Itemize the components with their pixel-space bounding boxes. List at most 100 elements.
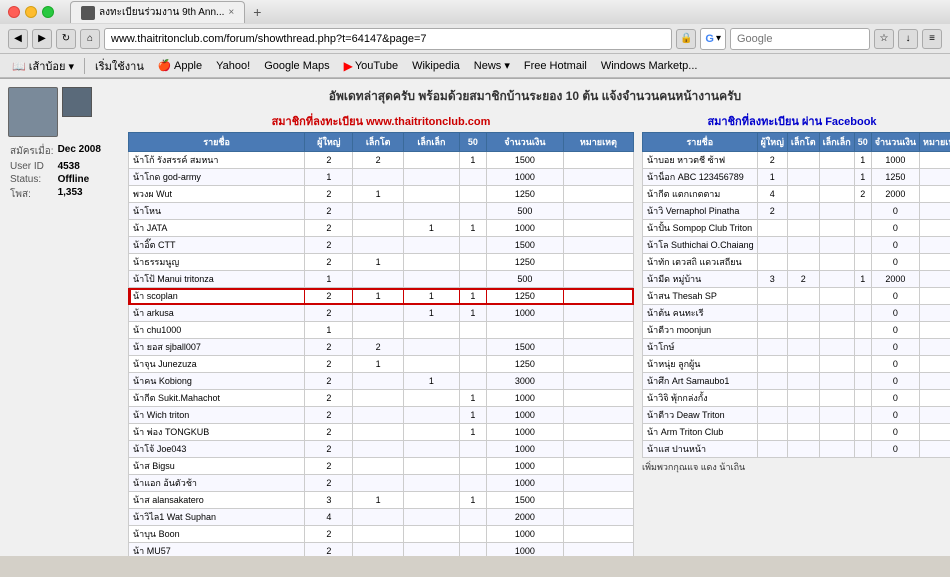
bookmark-item-saoboi[interactable]: 📖 เส้าบ้อย ▾: [8, 56, 78, 76]
cell-note: [920, 271, 950, 288]
cell-child: [403, 356, 459, 373]
cell-note: [563, 492, 633, 509]
cell-name: น้าตีาว Deaw Triton: [643, 407, 758, 424]
bookmark-item-yahoo[interactable]: Yahoo!: [212, 59, 254, 73]
cell-teen: [353, 475, 404, 492]
cell-note: [563, 526, 633, 543]
cell-child: [403, 271, 459, 288]
bookmark-item-youtube[interactable]: ▶ YouTube: [340, 58, 402, 74]
forward-button[interactable]: ▶: [32, 29, 52, 49]
cell-name: น้า chu1000: [129, 322, 305, 339]
cell-amount: 1000: [486, 390, 563, 407]
cell-amount: 0: [871, 339, 919, 356]
cell-amount: 0: [871, 288, 919, 305]
toolbar-button-1[interactable]: ☆: [874, 29, 894, 49]
cell-fifty: [854, 356, 871, 373]
table-row: น้า ยอส sjball007 2 2 1500: [129, 339, 634, 356]
cell-name: น้าส alansakatero: [129, 492, 305, 509]
cell-fifty: [459, 543, 486, 557]
tab-close-button[interactable]: ×: [228, 7, 234, 18]
cell-child: [819, 203, 854, 220]
search-engine-selector[interactable]: G ▾: [700, 28, 726, 50]
cell-adult: [757, 356, 787, 373]
cell-name: พวงผ Wut: [129, 186, 305, 203]
cell-child: [403, 407, 459, 424]
cell-note: [563, 339, 633, 356]
cell-fifty: [854, 305, 871, 322]
cell-note: [563, 271, 633, 288]
table-row: น้าอิ๊ต CTT 2 1500: [129, 237, 634, 254]
cell-name: น้า Wich triton: [129, 407, 305, 424]
cell-note: [920, 186, 950, 203]
bookmark-item-windows[interactable]: Windows Marketp...: [597, 59, 702, 73]
table-row: น้าปั้น Sompop Club Triton 0: [643, 220, 950, 237]
cell-note: [920, 169, 950, 186]
cell-fifty: [459, 271, 486, 288]
joined-label: สมัครเมื่อ:: [8, 143, 56, 160]
cell-adult: 4: [305, 509, 353, 526]
ssl-icon: 🔒: [676, 29, 696, 49]
cell-amount: 500: [486, 271, 563, 288]
cell-child: [403, 441, 459, 458]
cell-note: [563, 305, 633, 322]
cell-child: [819, 424, 854, 441]
cell-fifty: 1: [459, 288, 486, 305]
profile-sidebar: สมัครเมื่อ: Dec 2008 User ID 4538 Status…: [8, 87, 118, 556]
cell-note: [920, 254, 950, 271]
bookmark-item-wikipedia[interactable]: Wikipedia: [408, 59, 464, 73]
cell-adult: 2: [305, 390, 353, 407]
cell-adult: 2: [305, 526, 353, 543]
cell-child: [403, 254, 459, 271]
cell-note: [563, 254, 633, 271]
cell-teen: [353, 169, 404, 186]
toolbar-button-2[interactable]: ↓: [898, 29, 918, 49]
cell-name: น้าศึก Art Samaubo1: [643, 373, 758, 390]
search-input[interactable]: [730, 28, 870, 50]
table-row: น้าธรรมนูญ 2 1 1250: [129, 254, 634, 271]
cell-note: [920, 237, 950, 254]
active-tab[interactable]: ลงทะเบียนร่วมงาน 9th Ann... ×: [70, 1, 245, 23]
cell-name: น้าแอก อ้นตัวช้า: [129, 475, 305, 492]
r-col-header-amount: จำนวนเงิน: [871, 133, 919, 152]
cell-child: 1: [403, 305, 459, 322]
cell-amount: 0: [871, 373, 919, 390]
cell-name: น้า arkusa: [129, 305, 305, 322]
cell-teen: [353, 441, 404, 458]
cell-adult: [757, 254, 787, 271]
cell-adult: 2: [757, 203, 787, 220]
toolbar-button-3[interactable]: ≡: [922, 29, 942, 49]
cell-fifty: 1: [459, 407, 486, 424]
cell-amount: 1250: [486, 356, 563, 373]
right-table-wrapper: สมาชิกที่ลงทะเบียน ผ่าน Facebook รายชื่อ…: [642, 112, 942, 556]
userid-label: User ID: [8, 160, 56, 173]
table-row: น้าวิไล1 Wat Suphan 4 2000: [129, 509, 634, 526]
cell-adult: 2: [305, 237, 353, 254]
cell-name: น้า MU57: [129, 543, 305, 557]
cell-teen: [787, 288, 819, 305]
bookmark-item-hotmail[interactable]: Free Hotmail: [520, 59, 591, 73]
maximize-button[interactable]: [42, 6, 54, 18]
cell-note: [563, 186, 633, 203]
home-button[interactable]: ⌂: [80, 29, 100, 49]
r-col-header-adult: ผู้ใหญ่: [757, 133, 787, 152]
cell-child: [819, 220, 854, 237]
cell-fifty: [459, 186, 486, 203]
minimize-button[interactable]: [25, 6, 37, 18]
bookmark-item-apple[interactable]: 🍎 Apple: [154, 58, 206, 73]
back-button[interactable]: ◀: [8, 29, 28, 49]
table-row: น้าคน Kobiong 2 1 3000: [129, 373, 634, 390]
cell-amount: 0: [871, 305, 919, 322]
bookmark-item-googlemaps[interactable]: Google Maps: [260, 59, 333, 73]
cell-amount: 500: [486, 203, 563, 220]
cell-teen: 2: [353, 339, 404, 356]
cell-adult: 2: [305, 152, 353, 169]
bookmark-item-start[interactable]: เริ่มใช้งาน: [91, 56, 148, 76]
new-tab-button[interactable]: +: [245, 1, 269, 23]
cell-adult: [757, 339, 787, 356]
bookmark-item-news[interactable]: News ▾: [470, 58, 514, 73]
refresh-button[interactable]: ↻: [56, 29, 76, 49]
close-button[interactable]: [8, 6, 20, 18]
url-input[interactable]: [104, 28, 672, 50]
col-header-note: หมายเหตุ: [563, 133, 633, 152]
table-row: น้าแส ปานหน้า 0: [643, 441, 950, 458]
